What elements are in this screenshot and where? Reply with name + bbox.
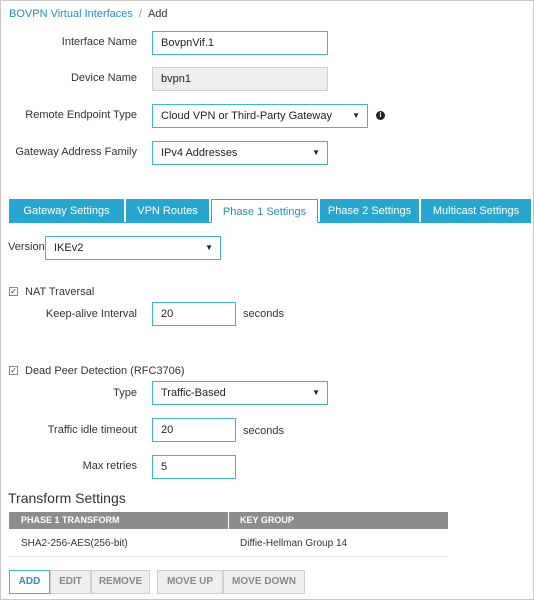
idle-timeout-input[interactable]: 20 [152, 418, 236, 442]
chevron-down-icon: ▼ [312, 148, 320, 157]
settings-tabs: Gateway Settings VPN Routes Phase 1 Sett… [9, 199, 531, 223]
row-key-group-value: Diffie-Hellman Group 14 [240, 538, 348, 549]
dpd-type-value: Traffic-Based [161, 387, 226, 399]
version-value: IKEv2 [54, 242, 84, 254]
max-retries-input[interactable]: 5 [152, 455, 236, 479]
chevron-down-icon: ▼ [205, 243, 213, 252]
max-retries-label: Max retries [82, 460, 137, 472]
move-down-button[interactable]: MOVE DOWN [223, 570, 305, 594]
transform-table-header: PHASE 1 TRANSFORM KEY GROUP [9, 512, 448, 529]
tab-multicast-settings[interactable]: Multicast Settings [421, 199, 531, 223]
info-icon[interactable]: i [376, 111, 385, 120]
chevron-down-icon: ▼ [312, 388, 320, 397]
gateway-family-label: Gateway Address Family [15, 146, 137, 158]
table-row[interactable]: SHA2-256-AES(256-bit) Diffie-Hellman Gro… [9, 531, 448, 557]
checkmark-icon: ✓ [10, 366, 17, 375]
chevron-down-icon: ▼ [352, 111, 360, 120]
breadcrumb-current: Add [147, 8, 168, 20]
remote-endpoint-label: Remote Endpoint Type [25, 109, 137, 121]
checkmark-icon: ✓ [10, 287, 17, 296]
interface-name-label: Interface Name [61, 36, 137, 48]
breadcrumb: BOVPN Virtual Interfaces / Add [9, 8, 168, 20]
tab-gateway-settings[interactable]: Gateway Settings [9, 199, 124, 223]
gateway-family-value: IPv4 Addresses [161, 147, 238, 159]
interface-name-input[interactable]: BovpnVif.1 [152, 31, 328, 55]
column-divider [228, 512, 229, 529]
nat-traversal-checkbox[interactable]: ✓ [9, 287, 18, 296]
dpd-label: Dead Peer Detection (RFC3706) [25, 365, 185, 377]
breadcrumb-separator: / [138, 8, 142, 20]
add-button[interactable]: ADD [9, 570, 50, 594]
device-name-label: Device Name [70, 72, 137, 84]
keepalive-input[interactable]: 20 [152, 302, 236, 326]
version-label: Version [8, 241, 45, 253]
keepalive-label: Keep-alive Interval [45, 308, 137, 320]
dpd-checkbox[interactable]: ✓ [9, 366, 18, 375]
idle-timeout-label: Traffic idle timeout [47, 424, 137, 436]
move-up-button[interactable]: MOVE UP [157, 570, 223, 594]
row-transform-value: SHA2-256-AES(256-bit) [21, 538, 128, 549]
tab-vpn-routes[interactable]: VPN Routes [126, 199, 209, 223]
dpd-type-label: Type [113, 387, 137, 399]
version-select[interactable]: IKEv2 ▼ [45, 236, 221, 260]
transform-settings-title: Transform Settings [8, 490, 126, 506]
keepalive-unit: seconds [243, 308, 284, 320]
remove-button[interactable]: REMOVE [91, 570, 150, 594]
idle-timeout-unit: seconds [243, 425, 284, 437]
device-name-input: bvpn1 [152, 67, 328, 91]
breadcrumb-parent-link[interactable]: BOVPN Virtual Interfaces [9, 8, 133, 20]
tab-phase1-settings[interactable]: Phase 1 Settings [211, 199, 318, 223]
dpd-type-select[interactable]: Traffic-Based ▼ [152, 381, 328, 405]
gateway-family-select[interactable]: IPv4 Addresses ▼ [152, 141, 328, 165]
column-key-group[interactable]: KEY GROUP [240, 512, 294, 529]
tab-phase2-settings[interactable]: Phase 2 Settings [320, 199, 419, 223]
nat-traversal-label: NAT Traversal [25, 286, 95, 298]
remote-endpoint-value: Cloud VPN or Third-Party Gateway [161, 110, 332, 122]
column-phase1-transform[interactable]: PHASE 1 TRANSFORM [21, 512, 120, 529]
edit-button[interactable]: EDIT [50, 570, 91, 594]
remote-endpoint-select[interactable]: Cloud VPN or Third-Party Gateway ▼ [152, 104, 368, 128]
